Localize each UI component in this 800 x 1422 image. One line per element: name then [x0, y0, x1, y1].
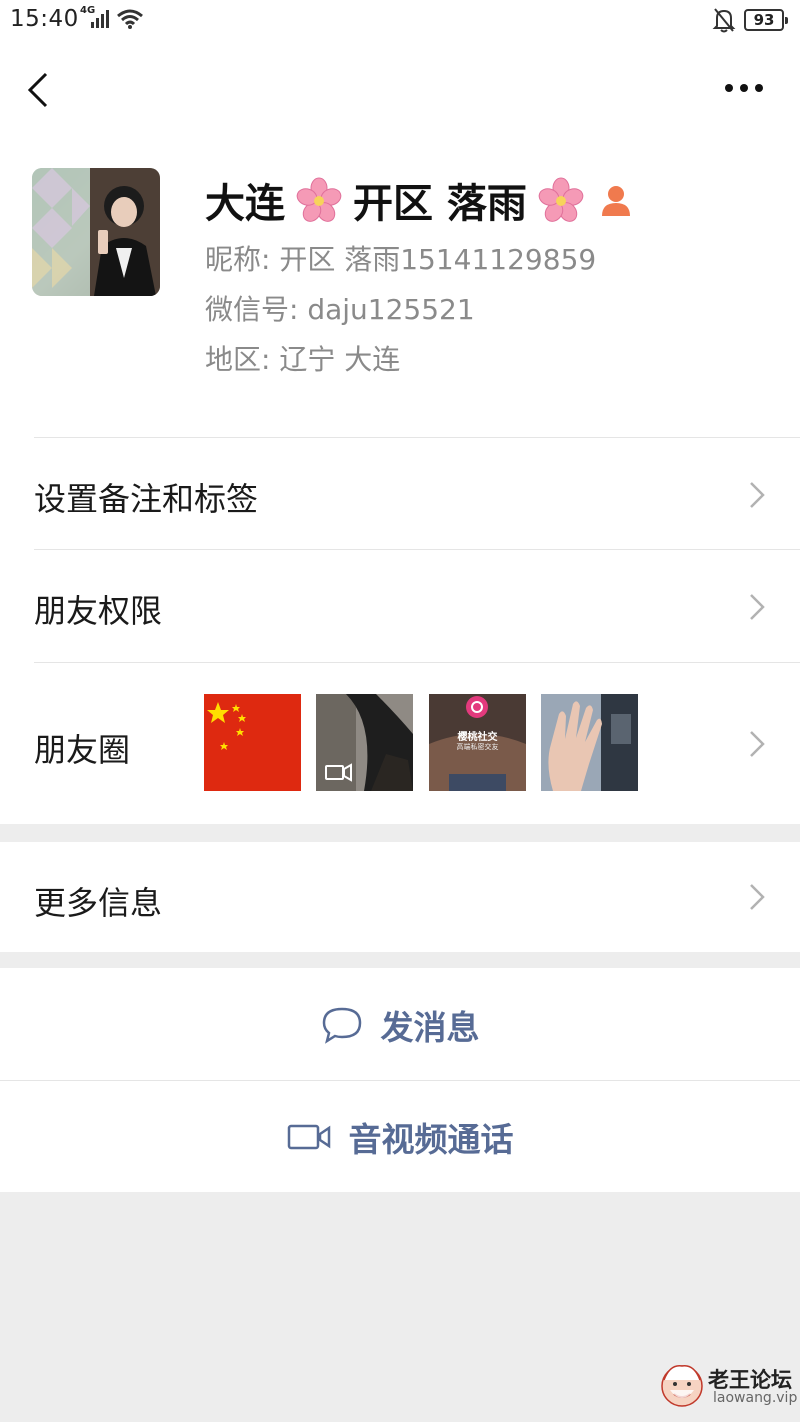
- more-options-icon[interactable]: [722, 78, 766, 98]
- region: 地区: 辽宁 大连: [205, 343, 401, 376]
- video-thumbnail-icon: [316, 694, 413, 791]
- chevron-right-icon: [750, 731, 765, 757]
- chevron-right-icon: [750, 482, 765, 508]
- china-flag-icon: [204, 694, 301, 791]
- menu-remark-tags[interactable]: 设置备注和标签: [0, 438, 800, 550]
- forum-watermark: 老王论坛 laowang.vip: [658, 1360, 798, 1416]
- profile-name: 大连 开区 落雨: [205, 172, 633, 228]
- status-time: 15:40: [10, 6, 79, 32]
- menu-friend-permissions[interactable]: 朋友权限: [0, 550, 800, 662]
- cherry-blossom-icon: [538, 177, 584, 222]
- menu-friend-permissions-label: 朋友权限: [34, 592, 163, 630]
- hand-photo-icon: [541, 694, 638, 791]
- mute-bell-icon: [712, 8, 736, 33]
- moments-thumb-hand[interactable]: [541, 694, 638, 791]
- nickname: 昵称: 开区 落雨15141129859: [205, 243, 597, 276]
- send-message-button[interactable]: 发消息: [0, 970, 800, 1080]
- female-icon: [601, 186, 630, 216]
- chevron-right-icon: [750, 884, 765, 910]
- signal-icon: [91, 10, 109, 28]
- chevron-right-icon: [750, 594, 765, 620]
- chat-bubble-icon: [322, 1007, 361, 1044]
- battery-indicator: 93: [744, 9, 788, 31]
- wifi-icon: [117, 9, 143, 29]
- watermark-url: laowang.vip: [713, 1390, 798, 1406]
- divider: [0, 1080, 800, 1081]
- menu-moments-label: 朋友圈: [34, 731, 131, 769]
- avatar[interactable]: [32, 168, 160, 296]
- menu-remark-tags-label: 设置备注和标签: [34, 480, 259, 518]
- moments-thumb-ad[interactable]: 樱桃社交 高端私密交友: [429, 694, 526, 791]
- wechat-id: 微信号: daju125521: [205, 293, 475, 326]
- moments-ad-caption: 樱桃社交: [457, 732, 498, 743]
- name-part-2: 开区 落雨: [353, 181, 527, 227]
- video-camera-icon: [287, 1124, 330, 1150]
- menu-more-info[interactable]: 更多信息: [0, 842, 800, 952]
- old-man-face-icon: [661, 1365, 703, 1407]
- video-call-label: 音视频通话: [348, 1120, 514, 1159]
- moments-thumb-flag[interactable]: [204, 694, 301, 791]
- video-call-button[interactable]: 音视频通话: [0, 1082, 800, 1192]
- status-bar: 15:40 4G 93: [0, 0, 800, 44]
- menu-more-info-label: 更多信息: [34, 884, 163, 922]
- moments-thumb-video[interactable]: [316, 694, 413, 791]
- cherry-blossom-icon: [296, 177, 342, 222]
- name-part-1: 大连: [205, 181, 285, 227]
- moments-ad-subcaption: 高端私密交友: [456, 743, 499, 751]
- send-message-label: 发消息: [380, 1008, 480, 1047]
- back-arrow-icon[interactable]: [26, 70, 54, 110]
